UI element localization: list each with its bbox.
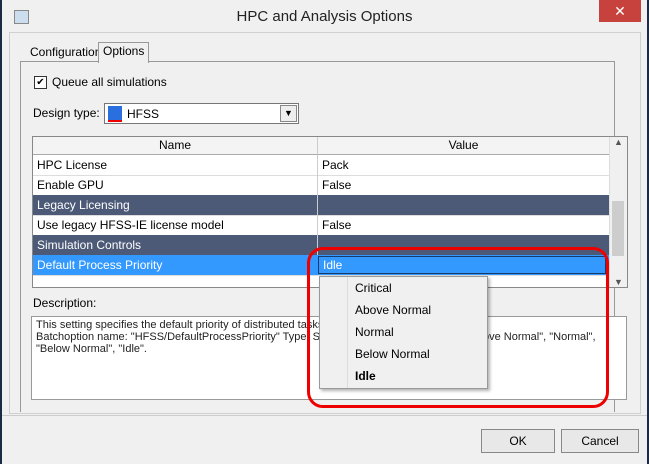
row-value[interactable]: False xyxy=(317,215,351,235)
dropdown-option[interactable]: Above Normal xyxy=(320,299,487,321)
column-header-name[interactable]: Name xyxy=(33,137,318,155)
title-bar: HPC and Analysis Options ✕ xyxy=(2,0,647,32)
table-scrollbar[interactable]: ▲ ▼ xyxy=(609,137,627,287)
row-name: Legacy Licensing xyxy=(37,198,130,212)
chevron-down-icon[interactable]: ▼ xyxy=(280,105,297,122)
queue-all-checkbox[interactable]: ✔ xyxy=(34,76,47,89)
row-name: Enable GPU xyxy=(37,178,104,192)
row-name: Use legacy HFSS-IE license model xyxy=(37,218,224,232)
description-line: ove Normal", "Normal", xyxy=(483,331,596,343)
row-name: HPC License xyxy=(37,158,108,172)
row-value[interactable]: False xyxy=(317,175,351,195)
priority-dropdown-list: Critical Above Normal Normal Below Norma… xyxy=(319,276,488,389)
queue-all-label: Queue all simulations xyxy=(52,75,167,89)
window-title: HPC and Analysis Options xyxy=(236,8,413,25)
table-row[interactable]: Use legacy HFSS-IE license model False xyxy=(33,215,609,236)
row-value[interactable]: Pack xyxy=(317,155,349,175)
row-value[interactable] xyxy=(317,195,322,215)
dropdown-option-selected[interactable]: Idle xyxy=(320,365,487,387)
dropdown-option[interactable]: Normal xyxy=(320,321,487,343)
row-value[interactable] xyxy=(317,235,322,255)
table-row[interactable]: Default Process Priority Idle xyxy=(33,255,609,276)
hfss-icon xyxy=(108,106,122,122)
row-name: Default Process Priority xyxy=(37,258,163,272)
table-row[interactable]: Legacy Licensing xyxy=(33,195,609,216)
close-button[interactable]: ✕ xyxy=(599,0,641,22)
design-type-label: Design type: xyxy=(33,106,100,120)
tab-options[interactable]: Options xyxy=(98,42,150,63)
cancel-button[interactable]: Cancel xyxy=(561,429,639,453)
design-type-select[interactable]: HFSS ▼ xyxy=(104,103,299,124)
row-value[interactable]: Idle xyxy=(318,256,606,274)
dropdown-option[interactable]: Critical xyxy=(320,277,487,299)
divider xyxy=(2,415,647,416)
row-name: Simulation Controls xyxy=(37,238,142,252)
dropdown-option[interactable]: Below Normal xyxy=(320,343,487,365)
design-type-value: HFSS xyxy=(127,107,160,121)
table-row[interactable]: Enable GPU False xyxy=(33,175,609,196)
description-line: Batchoption name: "HFSS/DefaultProcessPr… xyxy=(36,331,327,343)
table-row[interactable]: HPC License Pack xyxy=(33,155,609,176)
dialog-window: HPC and Analysis Options ✕ Configuration… xyxy=(2,0,647,464)
column-header-value[interactable]: Value xyxy=(318,137,610,155)
app-icon xyxy=(14,10,29,24)
ok-button[interactable]: OK xyxy=(481,429,555,453)
table-row[interactable]: Simulation Controls xyxy=(33,235,609,256)
properties-table: Name Value HPC License Pack Enable GPU Fals… xyxy=(32,136,628,288)
description-label: Description: xyxy=(33,296,97,310)
